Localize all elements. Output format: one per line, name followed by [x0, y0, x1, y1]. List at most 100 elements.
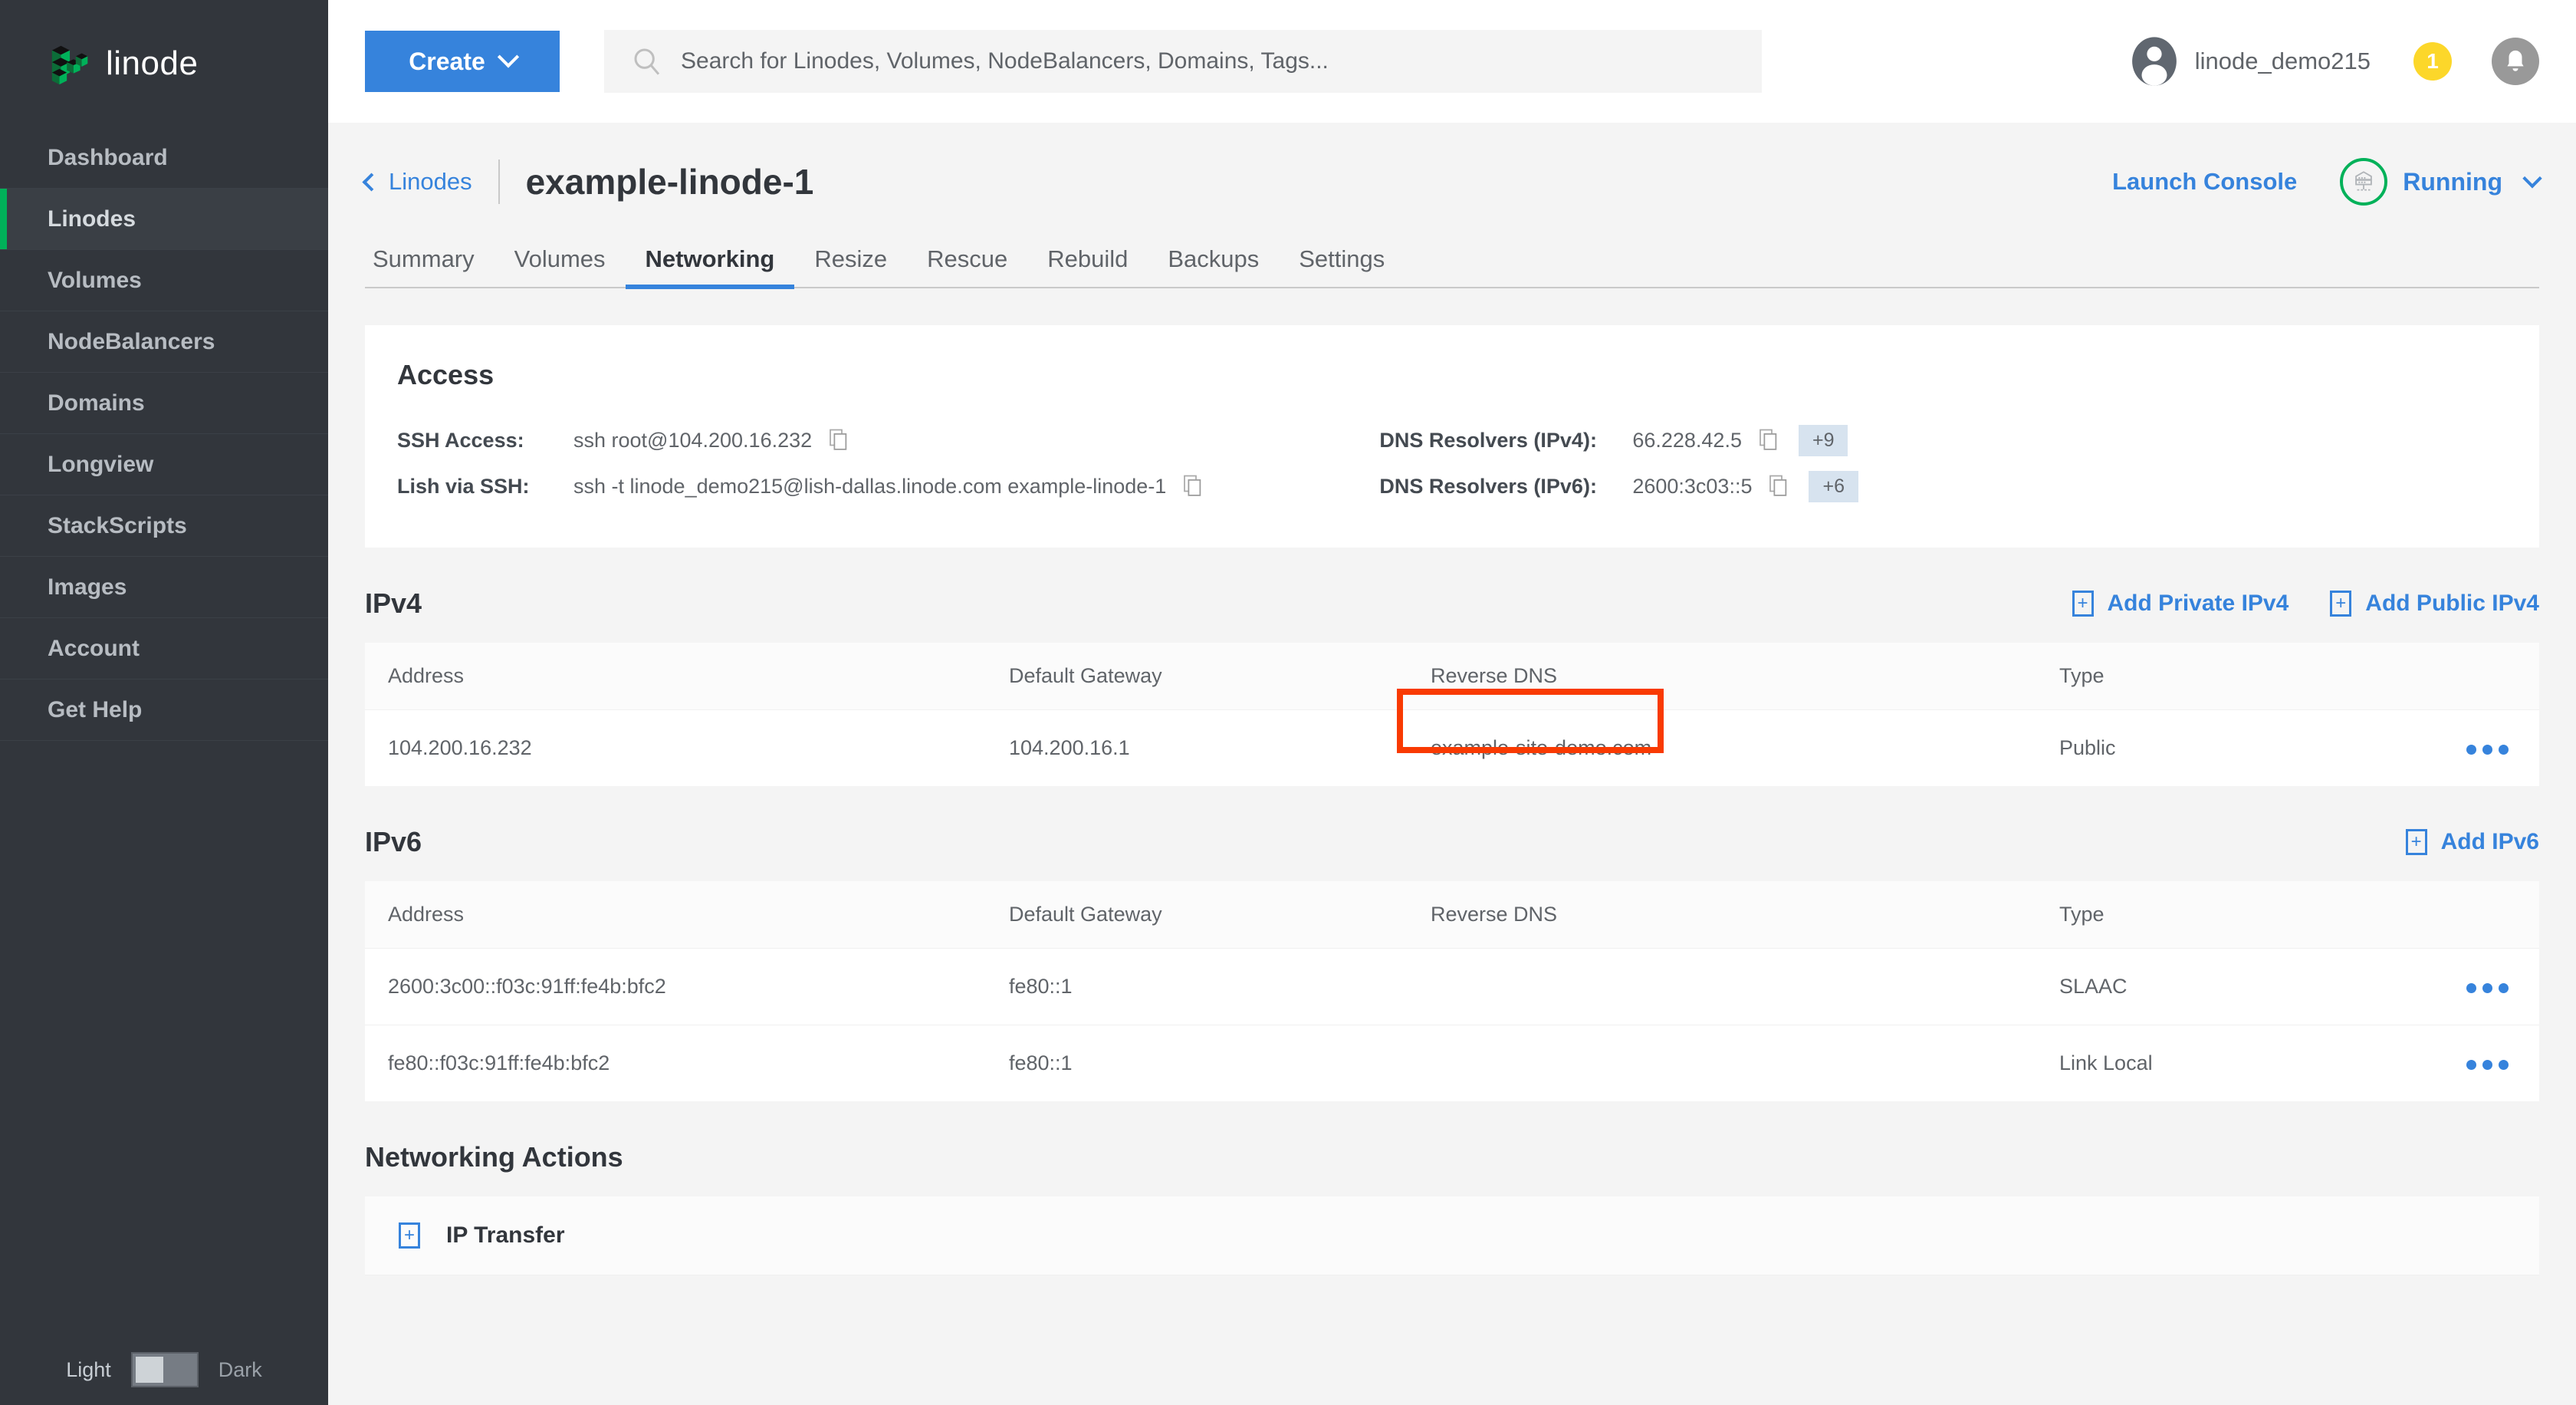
dns-resolvers-ipv6-row: DNS Resolvers (IPv6): 2600:3c03::5 +6 — [1379, 465, 1858, 508]
row-actions-menu-button[interactable] — [2466, 740, 2509, 759]
ipv6-col-address: Address — [365, 881, 986, 949]
lish-access-label: Lish via SSH: — [397, 475, 573, 498]
server-icon — [2351, 169, 2377, 195]
add-private-ipv4-button[interactable]: + Add Private IPv4 — [2072, 591, 2289, 617]
theme-switch-knob — [136, 1357, 163, 1383]
avatar-icon — [2129, 36, 2180, 87]
notification-count-badge[interactable]: 1 — [2413, 42, 2452, 81]
ipv4-col-rdns: Reverse DNS — [1408, 643, 2036, 710]
copy-icon[interactable] — [1769, 475, 1789, 498]
copy-icon[interactable] — [829, 429, 849, 452]
ipv6-cell-actions — [2440, 949, 2539, 1025]
create-button[interactable]: Create — [365, 31, 560, 92]
tab-rebuild[interactable]: Rebuild — [1027, 245, 1148, 287]
sidebar-item-domains[interactable]: Domains — [0, 373, 328, 434]
ipv4-cell-rdns-wrapper: example-site-demo.com — [1408, 710, 2036, 787]
user-menu[interactable]: linode_demo215 — [2129, 36, 2371, 87]
tab-backups[interactable]: Backups — [1148, 245, 1279, 287]
ip-transfer-label: IP Transfer — [446, 1222, 565, 1249]
access-panel-title: Access — [397, 359, 2507, 391]
plus-icon: + — [2072, 591, 2094, 617]
tab-rescue[interactable]: Rescue — [907, 245, 1027, 287]
sidebar-item-images[interactable]: Images — [0, 557, 328, 618]
ipv4-table-body: 104.200.16.232 104.200.16.1 example-site… — [365, 710, 2539, 787]
add-ipv6-button[interactable]: + Add IPv6 — [2406, 829, 2539, 855]
dns-resolvers-ipv6-label: DNS Resolvers (IPv6): — [1379, 475, 1632, 498]
ipv6-col-rdns: Reverse DNS — [1408, 881, 2036, 949]
dns-resolvers-ipv6-more[interactable]: +6 — [1809, 471, 1858, 502]
dns-resolvers-ipv6-value: 2600:3c03::5 — [1632, 475, 1752, 498]
ipv4-cell-gateway: 104.200.16.1 — [986, 710, 1408, 787]
ip-transfer-row[interactable]: + IP Transfer — [365, 1196, 2539, 1275]
dns-resolvers-ipv4-label: DNS Resolvers (IPv4): — [1379, 429, 1632, 452]
page-header-actions: Launch Console Runn — [2112, 158, 2539, 206]
table-row: 104.200.16.232 104.200.16.1 example-site… — [365, 710, 2539, 787]
bell-icon — [2502, 48, 2528, 74]
sidebar-item-label: Domains — [48, 390, 145, 416]
ipv6-col-actions — [2440, 881, 2539, 949]
chevron-down-icon — [2522, 169, 2542, 188]
launch-console-button[interactable]: Launch Console — [2112, 168, 2297, 196]
theme-toggle[interactable]: Light Dark — [0, 1334, 328, 1405]
brand-logo[interactable]: linode — [0, 0, 328, 127]
theme-switch[interactable] — [131, 1352, 199, 1387]
ipv6-col-type: Type — [2036, 881, 2440, 949]
ssh-access-label: SSH Access: — [397, 429, 573, 452]
dns-resolvers-ipv4-more[interactable]: +9 — [1799, 425, 1848, 456]
sidebar-item-label: Get Help — [48, 697, 142, 723]
sidebar-item-dashboard[interactable]: Dashboard — [0, 127, 328, 189]
sidebar-item-nodebalancers[interactable]: NodeBalancers — [0, 311, 328, 373]
sidebar-item-longview[interactable]: Longview — [0, 434, 328, 495]
networking-actions-title: Networking Actions — [365, 1141, 623, 1173]
tab-volumes[interactable]: Volumes — [495, 245, 626, 287]
sidebar-item-label: Longview — [48, 452, 153, 478]
tab-networking[interactable]: Networking — [626, 245, 795, 287]
sidebar-item-linodes[interactable]: Linodes — [0, 189, 328, 250]
notification-count-value: 1 — [2426, 49, 2439, 74]
search-bar[interactable] — [604, 30, 1762, 93]
networking-actions-header: Networking Actions — [365, 1101, 2539, 1196]
dns-resolvers-ipv4-value: 66.228.42.5 — [1632, 429, 1742, 452]
page-content: Linodes example-linode-1 Launch Console — [328, 123, 2576, 1405]
sidebar-item-account[interactable]: Account — [0, 618, 328, 679]
sidebar-item-get-help[interactable]: Get Help — [0, 679, 328, 741]
main-area: Create linode_demo215 — [328, 0, 2576, 1405]
table-row: fe80::f03c:91ff:fe4b:bfc2 fe80::1 Link L… — [365, 1025, 2539, 1102]
add-private-ipv4-label: Add Private IPv4 — [2108, 591, 2289, 617]
tab-settings[interactable]: Settings — [1279, 245, 1405, 287]
copy-icon[interactable] — [1183, 475, 1203, 498]
ssh-access-value: ssh root@104.200.16.232 — [573, 429, 812, 452]
sidebar-item-stackscripts[interactable]: StackScripts — [0, 495, 328, 557]
tab-summary[interactable]: Summary — [365, 245, 495, 287]
plus-icon: + — [2330, 591, 2351, 617]
chevron-left-icon — [362, 173, 380, 191]
ipv6-cell-actions — [2440, 1025, 2539, 1102]
ipv6-cell-rdns — [1408, 1025, 2036, 1102]
ipv6-section-header: IPv6 + Add IPv6 — [365, 786, 2539, 881]
lish-access-value: ssh -t linode_demo215@lish-dallas.linode… — [573, 475, 1166, 498]
ipv4-col-gateway: Default Gateway — [986, 643, 1408, 710]
ipv6-col-gateway: Default Gateway — [986, 881, 1408, 949]
theme-light-label: Light — [66, 1358, 111, 1382]
ipv6-title: IPv6 — [365, 826, 422, 858]
breadcrumb-label: Linodes — [389, 168, 472, 196]
breadcrumb-divider — [498, 160, 500, 204]
copy-icon[interactable] — [1759, 429, 1779, 452]
top-bar-right: linode_demo215 1 — [2129, 36, 2539, 87]
username-label: linode_demo215 — [2195, 48, 2371, 75]
sidebar-item-volumes[interactable]: Volumes — [0, 250, 328, 311]
add-public-ipv4-button[interactable]: + Add Public IPv4 — [2330, 591, 2539, 617]
row-actions-menu-button[interactable] — [2466, 1055, 2509, 1074]
ipv6-cell-type: Link Local — [2036, 1025, 2440, 1102]
page-title: example-linode-1 — [526, 161, 814, 202]
breadcrumb-back-linodes[interactable]: Linodes — [365, 168, 472, 196]
tab-resize[interactable]: Resize — [794, 245, 907, 287]
search-input[interactable] — [681, 48, 1762, 74]
ipv4-col-actions — [2440, 643, 2539, 710]
linode-status-control[interactable]: Running — [2340, 158, 2539, 206]
row-actions-menu-button[interactable] — [2466, 979, 2509, 998]
table-header-row: Address Default Gateway Reverse DNS Type — [365, 643, 2539, 710]
dns-resolvers-ipv4-row: DNS Resolvers (IPv4): 66.228.42.5 +9 — [1379, 419, 1858, 462]
linode-cubes-icon — [48, 40, 95, 87]
notifications-button[interactable] — [2492, 38, 2539, 85]
